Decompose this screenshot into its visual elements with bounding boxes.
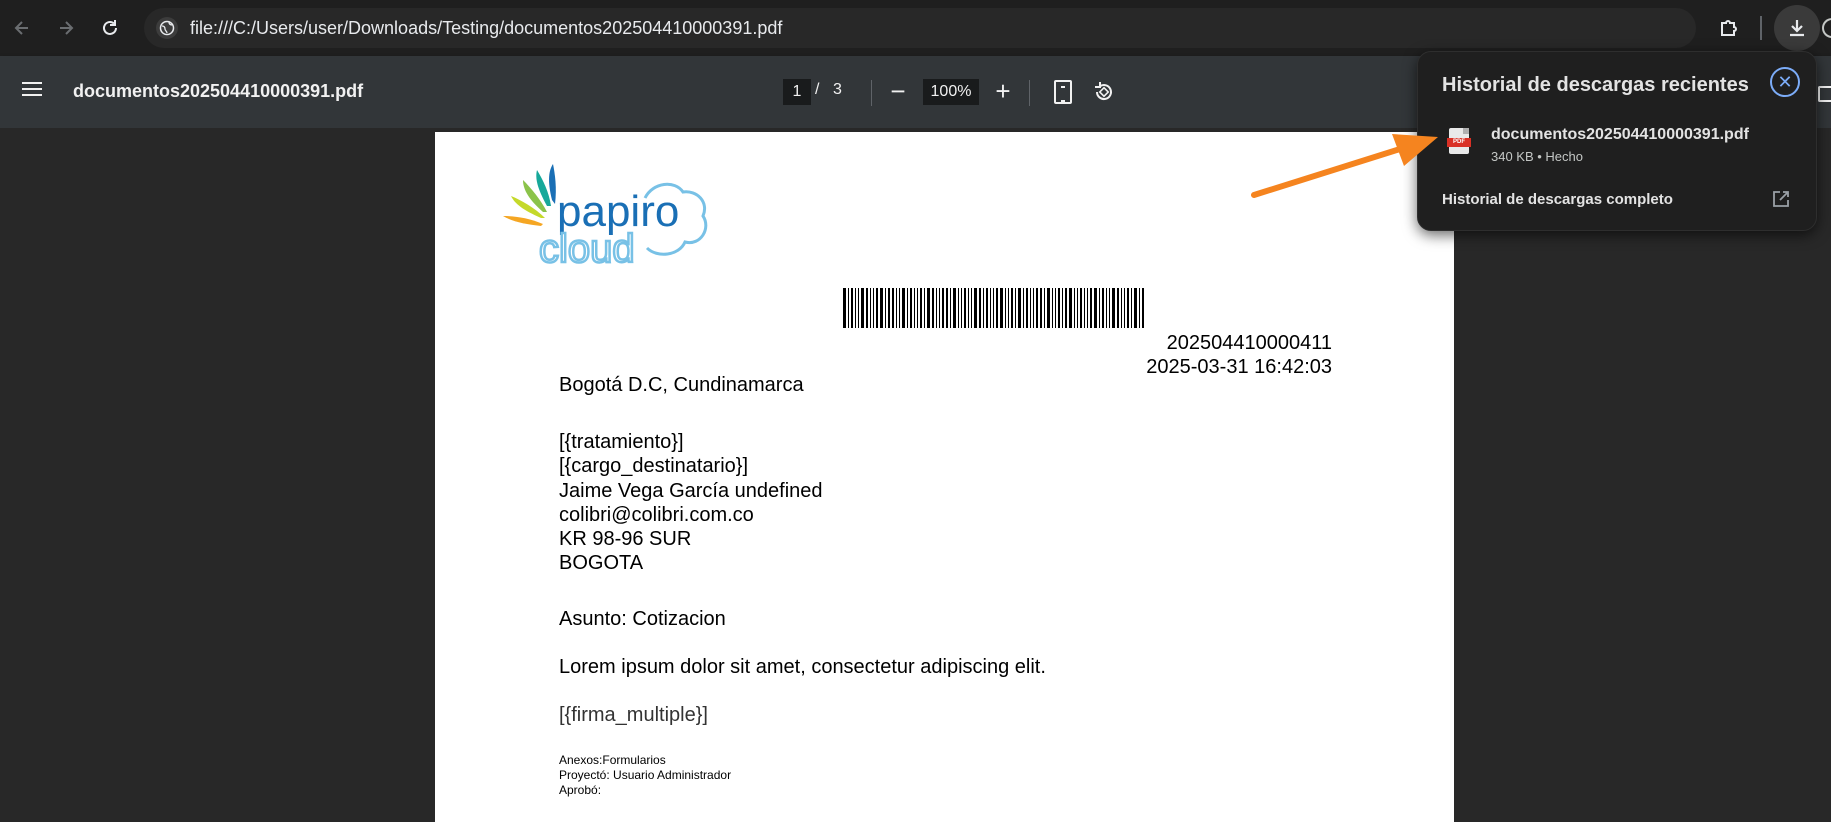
- body-paragraph: Lorem ipsum dolor sit amet, consectetur …: [559, 656, 1046, 678]
- radicado-date: 2025-03-31 16:42:03: [1146, 356, 1332, 378]
- papiro-cloud-logo: papiro cloud: [497, 160, 727, 272]
- pdf-file-icon[interactable]: PDF: [1447, 128, 1471, 154]
- recipient-line: KR 98-96 SUR: [559, 528, 692, 551]
- city-line: Bogotá D.C, Cundinamarca: [559, 374, 804, 396]
- download-item-name[interactable]: documentos202504410000391.pdf: [1491, 126, 1749, 144]
- download-item-status: 340 KB • Hecho: [1491, 149, 1583, 164]
- recipient-line: BOGOTA: [559, 552, 644, 575]
- full-history-link[interactable]: Historial de descargas completo: [1442, 191, 1673, 208]
- arrow-right-icon: [60, 21, 74, 35]
- zoom-out-button[interactable]: −: [888, 76, 908, 106]
- puzzle-icon: [1721, 20, 1737, 36]
- recipient-line: Jaime Vega García undefined: [559, 479, 823, 502]
- arrow-left-icon: [14, 21, 28, 35]
- fit-page-button[interactable]: [1054, 80, 1072, 104]
- signature-placeholder: [{firma_multiple}]: [559, 704, 708, 726]
- downloads-button[interactable]: [1774, 5, 1820, 51]
- downloads-heading: Historial de descargas recientes: [1442, 74, 1749, 96]
- recipient-line: colibri@colibri.com.co: [559, 503, 754, 526]
- recipient-block: [{tratamiento}] [{cargo_destinatario}] J…: [559, 430, 823, 576]
- close-icon[interactable]: ✕: [1770, 67, 1800, 97]
- approved-by-line: Aprobó:: [559, 783, 602, 797]
- page-number-input[interactable]: 1: [783, 79, 811, 105]
- browser-toolbar: file:///C:/Users/user/Downloads/Testing/…: [0, 0, 1831, 56]
- subject-line: Asunto: Cotizacion: [559, 608, 726, 630]
- pdf-badge: PDF: [1447, 138, 1471, 147]
- recipient-line: [{cargo_destinatario}]: [559, 455, 749, 478]
- page-total: 3: [833, 81, 842, 98]
- profile-icon[interactable]: [1822, 18, 1831, 38]
- zoom-in-button[interactable]: +: [992, 76, 1014, 106]
- reload-button[interactable]: [88, 6, 132, 50]
- barcode: [843, 288, 1261, 328]
- menu-button[interactable]: [22, 78, 46, 106]
- radicado-number: 202504410000411: [1166, 332, 1332, 354]
- logo-text-bottom: cloud: [539, 227, 635, 270]
- pdf-page: papiro cloud 202504410000411 2025-03-31 …: [435, 132, 1454, 822]
- page-separator: /: [815, 81, 820, 98]
- open-in-new-icon[interactable]: [1772, 190, 1790, 208]
- download-icon: [1790, 20, 1804, 37]
- forward-button[interactable]: [44, 6, 88, 50]
- hamburger-icon: [22, 82, 42, 84]
- zoom-input[interactable]: 100%: [923, 79, 979, 105]
- toolbar-divider: [1760, 16, 1762, 40]
- annexes-line: Anexos:Formularios: [559, 753, 666, 767]
- footer-notes: Anexos:Formularios Proyectó: Usuario Adm…: [559, 753, 731, 798]
- print-icon[interactable]: [1818, 86, 1831, 102]
- pdf-viewer[interactable]: papiro cloud 202504410000411 2025-03-31 …: [0, 128, 1831, 822]
- rotate-icon: [1095, 82, 1112, 101]
- toolbar-divider: [1029, 80, 1030, 106]
- address-bar[interactable]: file:///C:/Users/user/Downloads/Testing/…: [144, 8, 1696, 48]
- recipient-line: [{tratamiento}]: [559, 431, 684, 453]
- rotate-button[interactable]: [1092, 80, 1116, 104]
- globe-icon[interactable]: [156, 17, 178, 39]
- projected-by-line: Proyectó: Usuario Administrador: [559, 768, 732, 782]
- pdf-title: documentos202504410000391.pdf: [73, 81, 364, 101]
- back-button[interactable]: [0, 6, 44, 50]
- reload-icon: [103, 20, 117, 35]
- extensions-button[interactable]: [1707, 6, 1751, 50]
- downloads-panel: Historial de descargas recientes ✕ PDF d…: [1417, 51, 1817, 231]
- url-text[interactable]: file:///C:/Users/user/Downloads/Testing/…: [190, 18, 782, 39]
- toolbar-divider: [871, 80, 872, 106]
